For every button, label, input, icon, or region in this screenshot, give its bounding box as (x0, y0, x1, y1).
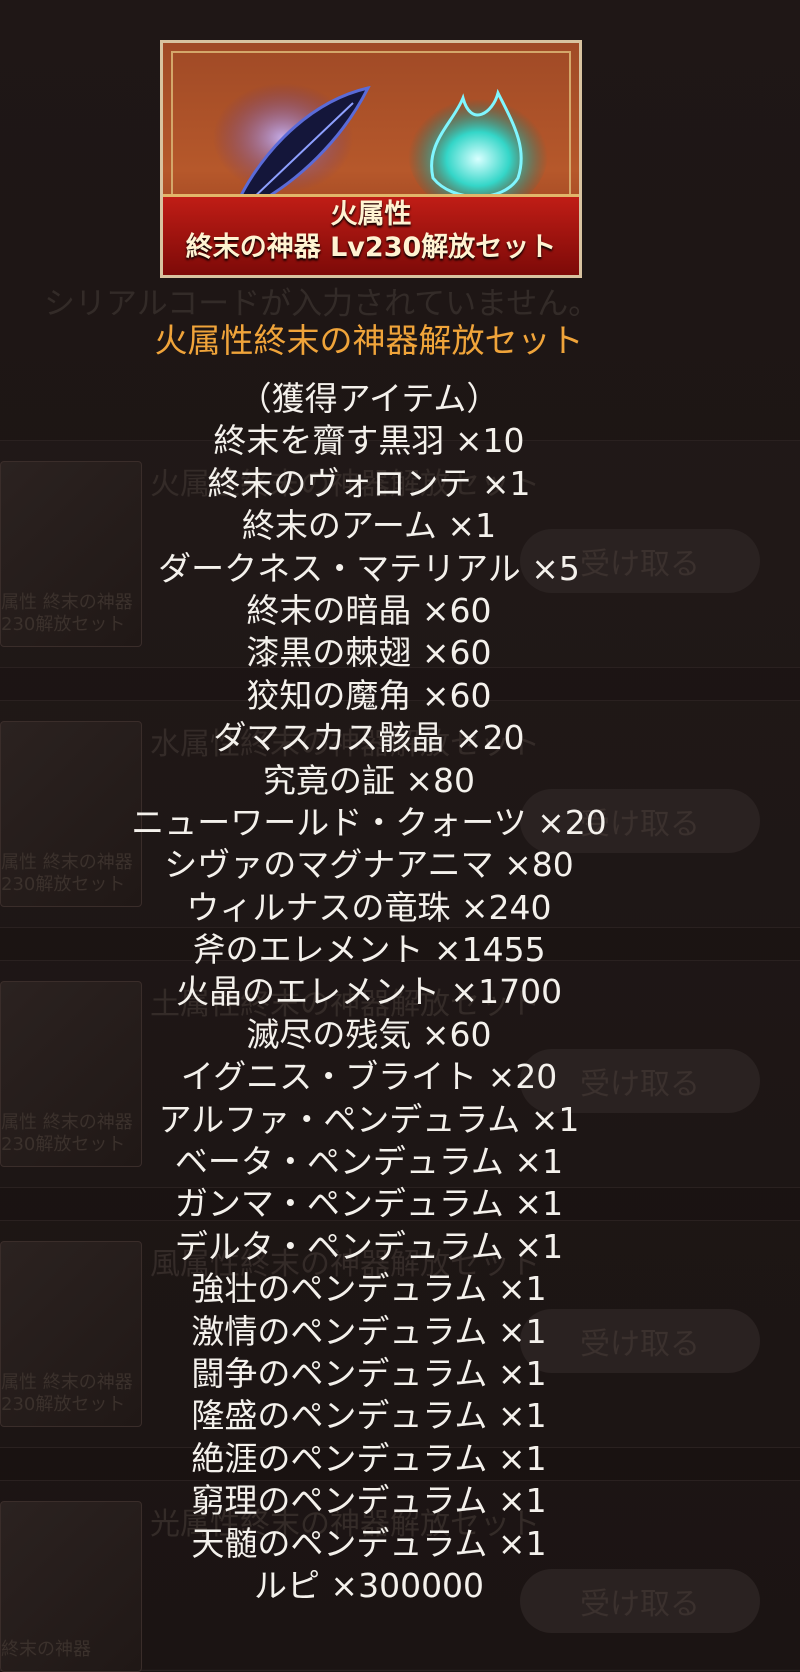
item-entry: 闘争のペンデュラム ×1 (191, 1353, 547, 1393)
item-entry: ガンマ・ペンデュラム ×1 (174, 1184, 564, 1224)
item-entry: 絶涯のペンデュラム ×1 (191, 1438, 547, 1478)
item-entry: ニューワールド・クォーツ ×20 (131, 802, 607, 842)
set-title: 火属性終末の神器解放セット (154, 321, 584, 360)
item-entry: イグニス・ブライト ×20 (180, 1057, 558, 1097)
item-entry: 終末の暗晶 ×60 (246, 590, 492, 630)
item-list-header: （獲得アイテム） (238, 379, 500, 418)
item-entry: 滅尽の残気 ×60 (246, 1014, 492, 1054)
item-list: （獲得アイテム） 終末を齎す黒羽 ×10 終末のヴォロンテ ×1 終末のアーム ×1 ダ… (0, 378, 738, 1607)
item-entry: 隆盛のペンデュラム ×1 (191, 1396, 547, 1436)
item-entry: アルファ・ペンデュラム ×1 (158, 1099, 580, 1139)
item-entry: 斧のエレメント ×1455 (192, 930, 546, 970)
item-entry: 終末を齎す黒羽 ×10 (213, 421, 525, 461)
item-entry: 激情のペンデュラム ×1 (191, 1311, 547, 1351)
item-entry: 究竟の証 ×80 (262, 760, 476, 800)
cyan-flame-orb-icon (408, 88, 548, 203)
item-entry: 狡知の魔角 ×60 (246, 675, 492, 715)
item-entry: 終末のアーム ×1 (241, 506, 497, 546)
black-feather-icon (213, 83, 371, 203)
banner-line2: 終末の神器 Lv230解放セット (185, 232, 557, 263)
item-entry: 終末のヴォロンテ ×1 (207, 463, 531, 503)
item-set-banner: 火属性 終末の神器 Lv230解放セット (160, 40, 582, 278)
item-entry: 火晶のエレメント ×1700 (175, 972, 563, 1012)
item-entry: 強壮のペンデュラム ×1 (191, 1269, 547, 1309)
item-entry: ルピ ×300000 (253, 1565, 485, 1605)
item-entry: 漆黒の棘翅 ×60 (246, 633, 492, 673)
item-entry: ダークネス・マテリアル ×5 (158, 548, 580, 588)
item-entry: ダマスカス骸晶 ×20 (213, 718, 525, 758)
banner-caption: 火属性 終末の神器 Lv230解放セット (163, 194, 579, 275)
item-entry: ウィルナスの竜珠 ×240 (186, 887, 552, 927)
thumbnail-caption: 終末の神器 (1, 1639, 91, 1660)
item-entry: デルタ・ペンデュラム ×1 (174, 1226, 564, 1266)
item-entry: 窮理のペンデュラム ×1 (191, 1481, 547, 1521)
item-entry: 天髄のペンデュラム ×1 (191, 1523, 547, 1563)
item-entry: シヴァのマグナアニマ ×80 (164, 845, 574, 885)
item-entry: ベータ・ペンデュラム ×1 (174, 1142, 564, 1182)
banner-artwork (213, 83, 548, 203)
banner-line1: 火属性 (330, 199, 412, 230)
